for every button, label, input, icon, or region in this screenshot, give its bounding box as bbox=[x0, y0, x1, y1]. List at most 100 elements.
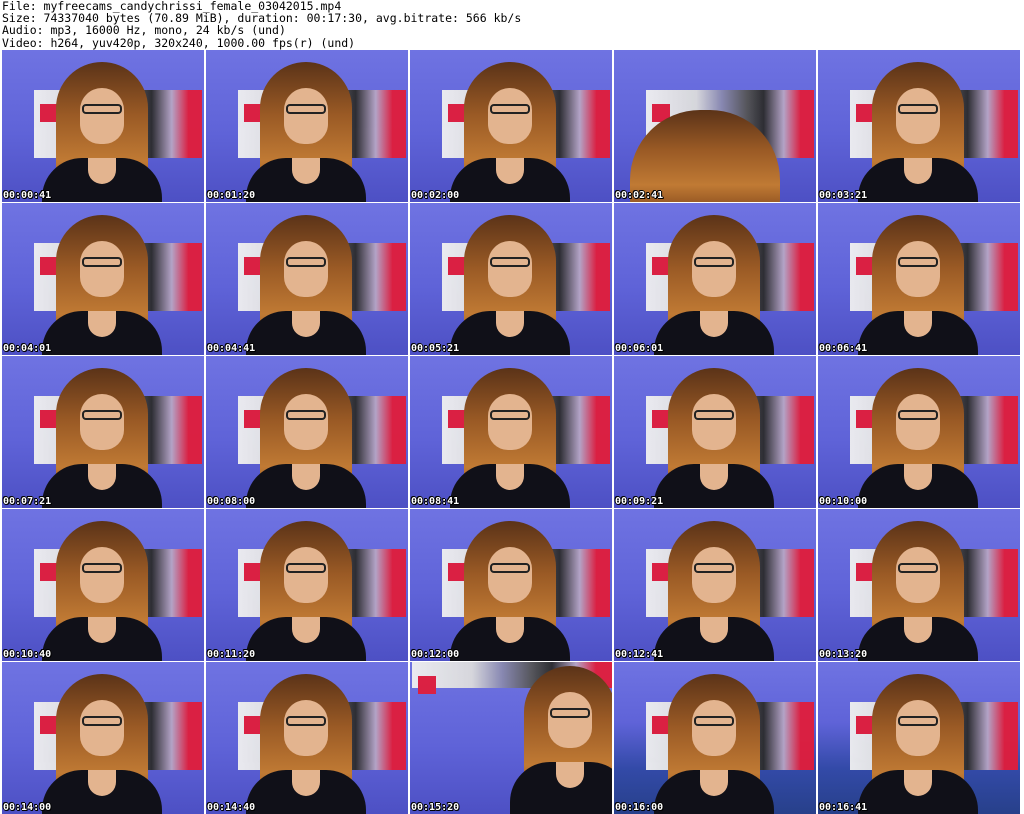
person-figure bbox=[450, 368, 570, 508]
face bbox=[488, 547, 532, 603]
face bbox=[692, 241, 736, 297]
face bbox=[284, 700, 328, 756]
thumbnail-timestamp: 00:02:41 bbox=[615, 190, 664, 201]
face bbox=[548, 692, 592, 748]
video-thumbnail: 00:01:20 bbox=[206, 50, 408, 202]
video-thumbnail: 00:02:00 bbox=[410, 50, 612, 202]
thumbnail-timestamp: 00:08:00 bbox=[207, 496, 256, 507]
face bbox=[896, 547, 940, 603]
video-thumbnail: 00:00:41 bbox=[2, 50, 204, 202]
glasses-icon bbox=[82, 716, 122, 726]
video-thumbnail: 00:04:41 bbox=[206, 203, 408, 355]
video-thumbnail: 00:13:20 bbox=[818, 509, 1020, 661]
person-figure bbox=[246, 521, 366, 661]
face bbox=[80, 241, 124, 297]
face bbox=[284, 88, 328, 144]
person-figure bbox=[246, 215, 366, 355]
face bbox=[692, 700, 736, 756]
glasses-icon bbox=[898, 716, 938, 726]
face bbox=[284, 547, 328, 603]
person-figure bbox=[654, 521, 774, 661]
person-figure bbox=[42, 521, 162, 661]
glasses-icon bbox=[490, 563, 530, 573]
person-figure bbox=[246, 368, 366, 508]
video-thumbnail: 00:16:41 bbox=[818, 662, 1020, 814]
video-thumbnail: 00:04:01 bbox=[2, 203, 204, 355]
thumbnail-timestamp: 00:04:41 bbox=[207, 343, 256, 354]
thumbnail-timestamp: 00:13:20 bbox=[819, 649, 868, 660]
thumbnail-timestamp: 00:01:20 bbox=[207, 190, 256, 201]
thumbnail-timestamp: 00:06:41 bbox=[819, 343, 868, 354]
person-figure bbox=[654, 368, 774, 508]
face bbox=[284, 394, 328, 450]
video-thumbnail: 00:12:00 bbox=[410, 509, 612, 661]
thumbnail-timestamp: 00:14:00 bbox=[3, 802, 52, 813]
glasses-icon bbox=[286, 104, 326, 114]
glasses-icon bbox=[490, 257, 530, 267]
face bbox=[80, 700, 124, 756]
person-figure bbox=[654, 215, 774, 355]
person-figure bbox=[246, 674, 366, 814]
video-thumbnail: 00:03:21 bbox=[818, 50, 1020, 202]
person-figure bbox=[42, 62, 162, 202]
glasses-icon bbox=[82, 563, 122, 573]
video-thumbnail: 00:06:41 bbox=[818, 203, 1020, 355]
glasses-icon bbox=[82, 257, 122, 267]
video-thumbnail: 00:16:00 bbox=[614, 662, 816, 814]
thumbnail-timestamp: 00:16:00 bbox=[615, 802, 664, 813]
video-thumbnail: 00:10:40 bbox=[2, 509, 204, 661]
person-figure bbox=[654, 674, 774, 814]
face bbox=[896, 88, 940, 144]
person-figure bbox=[858, 521, 978, 661]
face bbox=[692, 547, 736, 603]
thumbnail-timestamp: 00:09:21 bbox=[615, 496, 664, 507]
glasses-icon bbox=[490, 410, 530, 420]
person-figure bbox=[42, 368, 162, 508]
face bbox=[488, 394, 532, 450]
glasses-icon bbox=[286, 410, 326, 420]
person-figure bbox=[450, 521, 570, 661]
face bbox=[80, 88, 124, 144]
video-thumbnail: 00:15:20 bbox=[410, 662, 612, 814]
thumbnail-timestamp: 00:16:41 bbox=[819, 802, 868, 813]
face bbox=[896, 700, 940, 756]
thumbnail-timestamp: 00:12:00 bbox=[411, 649, 460, 660]
glasses-icon bbox=[550, 708, 590, 718]
face bbox=[692, 394, 736, 450]
person-figure bbox=[858, 215, 978, 355]
face bbox=[896, 394, 940, 450]
video-thumbnail: 00:08:41 bbox=[410, 356, 612, 508]
face bbox=[488, 88, 532, 144]
person-figure bbox=[450, 215, 570, 355]
video-thumbnail: 00:08:00 bbox=[206, 356, 408, 508]
person-figure bbox=[858, 62, 978, 202]
glasses-icon bbox=[694, 257, 734, 267]
face bbox=[488, 241, 532, 297]
glasses-icon bbox=[694, 563, 734, 573]
thumbnail-timestamp: 00:08:41 bbox=[411, 496, 460, 507]
video-info-header: File: myfreecams_candychrissi_female_030… bbox=[2, 0, 1022, 50]
glasses-icon bbox=[898, 257, 938, 267]
glasses-icon bbox=[490, 104, 530, 114]
face bbox=[80, 394, 124, 450]
thumbnail-timestamp: 00:05:21 bbox=[411, 343, 460, 354]
video-thumbnail: 00:02:41 bbox=[614, 50, 816, 202]
thumbnail-timestamp: 00:10:00 bbox=[819, 496, 868, 507]
video-thumbnail: 00:11:20 bbox=[206, 509, 408, 661]
person-figure bbox=[858, 674, 978, 814]
glasses-icon bbox=[694, 410, 734, 420]
thumbnail-timestamp: 00:04:01 bbox=[3, 343, 52, 354]
person-figure bbox=[630, 110, 780, 202]
video-thumbnail: 00:14:40 bbox=[206, 662, 408, 814]
video-thumbnail: 00:05:21 bbox=[410, 203, 612, 355]
video-thumbnail: 00:07:21 bbox=[2, 356, 204, 508]
glasses-icon bbox=[898, 410, 938, 420]
glasses-icon bbox=[286, 563, 326, 573]
thumbnail-timestamp: 00:00:41 bbox=[3, 190, 52, 201]
person-figure bbox=[510, 666, 612, 814]
face bbox=[896, 241, 940, 297]
glasses-icon bbox=[286, 257, 326, 267]
thumbnail-timestamp: 00:02:00 bbox=[411, 190, 460, 201]
person-figure bbox=[246, 62, 366, 202]
audio-info-line: Audio: mp3, 16000 Hz, mono, 24 kb/s (und… bbox=[2, 23, 286, 38]
